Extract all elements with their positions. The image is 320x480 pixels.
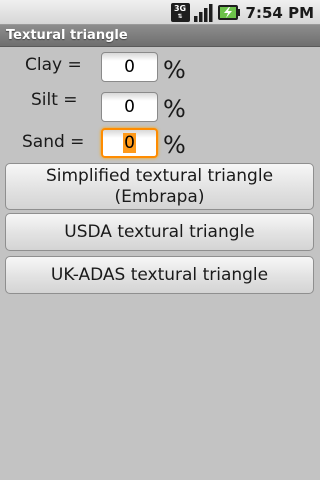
embrapa-button-label-line2: (Embrapa) bbox=[114, 186, 205, 207]
embrapa-triangle-button[interactable]: Simplified textural triangle (Embrapa) bbox=[5, 163, 314, 210]
clay-input[interactable]: 0 bbox=[101, 52, 158, 82]
data-arrows-icon: ⇅ bbox=[177, 13, 183, 20]
ukadas-button-label: UK-ADAS textural triangle bbox=[50, 264, 269, 285]
silt-row: Silt = 0 % bbox=[0, 90, 320, 124]
battery-charging-icon bbox=[217, 3, 240, 22]
title-bar: Textural triangle bbox=[0, 25, 320, 47]
clay-unit: % bbox=[163, 56, 186, 84]
ukadas-triangle-button[interactable]: UK-ADAS textural triangle bbox=[5, 256, 314, 294]
clay-value: 0 bbox=[124, 57, 135, 77]
status-clock: 7:54 PM bbox=[245, 3, 314, 22]
signal-strength-icon bbox=[193, 3, 214, 22]
clay-row: Clay = 0 % bbox=[0, 50, 320, 84]
usda-button-label: USDA textural triangle bbox=[64, 221, 255, 242]
sand-unit: % bbox=[163, 131, 186, 159]
status-icons: 3G ⇅ 7:54 PM bbox=[170, 3, 314, 22]
silt-unit: % bbox=[163, 95, 186, 123]
network-label: 3G bbox=[173, 4, 187, 13]
sand-value: 0 bbox=[123, 133, 136, 153]
embrapa-button-label-line1: Simplified textural triangle bbox=[45, 165, 274, 186]
sand-input[interactable]: 0 bbox=[101, 128, 158, 158]
silt-input[interactable]: 0 bbox=[101, 92, 158, 122]
sand-label: Sand = bbox=[22, 132, 85, 152]
status-bar: 3G ⇅ 7:54 PM bbox=[0, 0, 320, 25]
usda-triangle-button[interactable]: USDA textural triangle bbox=[5, 213, 314, 251]
3g-data-icon: 3G ⇅ bbox=[170, 3, 190, 22]
sand-row: Sand = 0 % bbox=[0, 126, 320, 160]
silt-label: Silt = bbox=[31, 90, 78, 110]
app-title: Textural triangle bbox=[6, 28, 128, 43]
clay-label: Clay = bbox=[25, 55, 82, 75]
silt-value: 0 bbox=[124, 97, 135, 117]
